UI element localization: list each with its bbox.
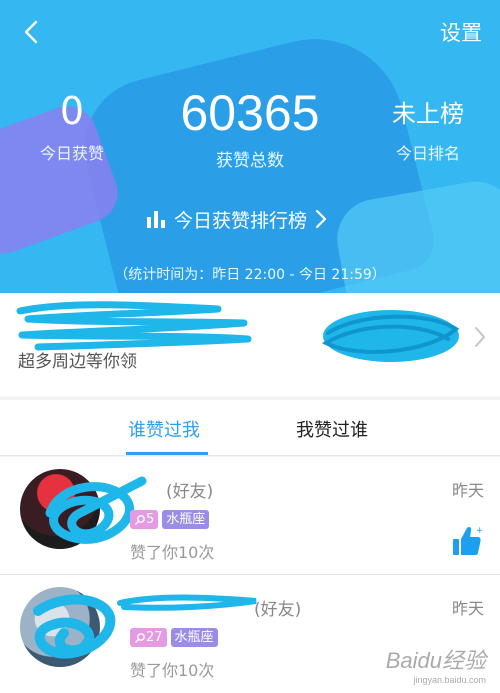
today-likes-value: 0 <box>59 89 85 133</box>
redaction-scribble <box>16 301 252 351</box>
settings-button[interactable]: 设置 <box>440 17 482 47</box>
friend-name: (好友) <box>130 595 301 620</box>
promo-banner[interactable]: 超多周边等你领 <box>0 293 500 397</box>
female-gender-icon <box>135 632 145 643</box>
bar-chart-icon <box>147 211 165 228</box>
friend-tag: (好友) <box>254 600 302 620</box>
likes-leaderboard-link[interactable]: 今日获赞排行榜 <box>146 204 335 234</box>
statistics-period-note: （统计时间为：昨日 22:00 - 今日 21:59） <box>114 267 386 283</box>
watermark-logo-text: Baidu经验 <box>385 648 486 673</box>
svg-text:+: + <box>476 526 482 536</box>
total-likes-stat: 60365 获赞总数 <box>150 88 350 171</box>
promo-text: 超多周边等你领 <box>18 352 137 372</box>
age-value: 5 <box>146 512 155 527</box>
age-badge: 27 <box>130 628 167 647</box>
like-count-text: 赞了你10次 <box>130 543 215 562</box>
friend-name: (好友) <box>130 477 213 502</box>
like-time: 昨天 <box>451 481 484 500</box>
today-rank-stat: 未上榜 今日排名 <box>378 102 478 164</box>
tab-bar: 谁赞过我 我赞过谁 <box>0 400 500 456</box>
top-bar: 设置 <box>0 0 500 64</box>
today-likes-stat: 0 今日获赞 <box>22 92 122 164</box>
list-item[interactable]: (好友) 昨天 5 水瓶座 赞了你10次 + <box>0 457 500 575</box>
zodiac-badge: 水瓶座 <box>162 510 210 529</box>
total-likes-label: 获赞总数 <box>216 151 284 171</box>
back-button[interactable] <box>18 18 46 46</box>
total-likes-value: 60365 <box>180 85 320 141</box>
friend-tag: (好友) <box>166 482 214 502</box>
today-rank-value: 未上榜 <box>392 100 464 128</box>
watermark-url: jingyan.baidu.com <box>413 675 486 685</box>
chevron-right-icon <box>315 209 327 229</box>
redaction-scribble <box>33 594 116 659</box>
tab-who-liked-me[interactable]: 谁赞过我 <box>128 416 200 442</box>
profile-badges: 27 水瓶座 <box>130 628 218 647</box>
watermark-logo: Baidu经验 jingyan.baidu.com <box>386 643 486 685</box>
chevron-right-icon <box>475 327 485 347</box>
profile-badges: 5 水瓶座 <box>130 510 210 529</box>
today-rank-label: 今日排名 <box>395 144 460 163</box>
like-time: 昨天 <box>451 599 484 618</box>
age-badge: 5 <box>130 510 159 529</box>
leaderboard-link-label: 今日获赞排行榜 <box>174 209 308 232</box>
chevron-left-icon <box>24 20 38 44</box>
active-tab-indicator <box>126 452 208 455</box>
thumbs-up-icon[interactable]: + <box>452 525 482 557</box>
zodiac-badge: 水瓶座 <box>170 628 218 647</box>
tab-who-i-liked[interactable]: 我赞过谁 <box>296 416 368 442</box>
age-value: 27 <box>146 630 163 645</box>
today-likes-label: 今日获赞 <box>39 144 104 163</box>
redacted-promo-image <box>321 310 460 362</box>
female-gender-icon <box>135 514 145 525</box>
like-count-text: 赞了你10次 <box>130 661 215 680</box>
header-banner: 设置 0 今日获赞 60365 获赞总数 未上榜 今日排名 今日获赞排行榜 （统… <box>0 0 500 293</box>
